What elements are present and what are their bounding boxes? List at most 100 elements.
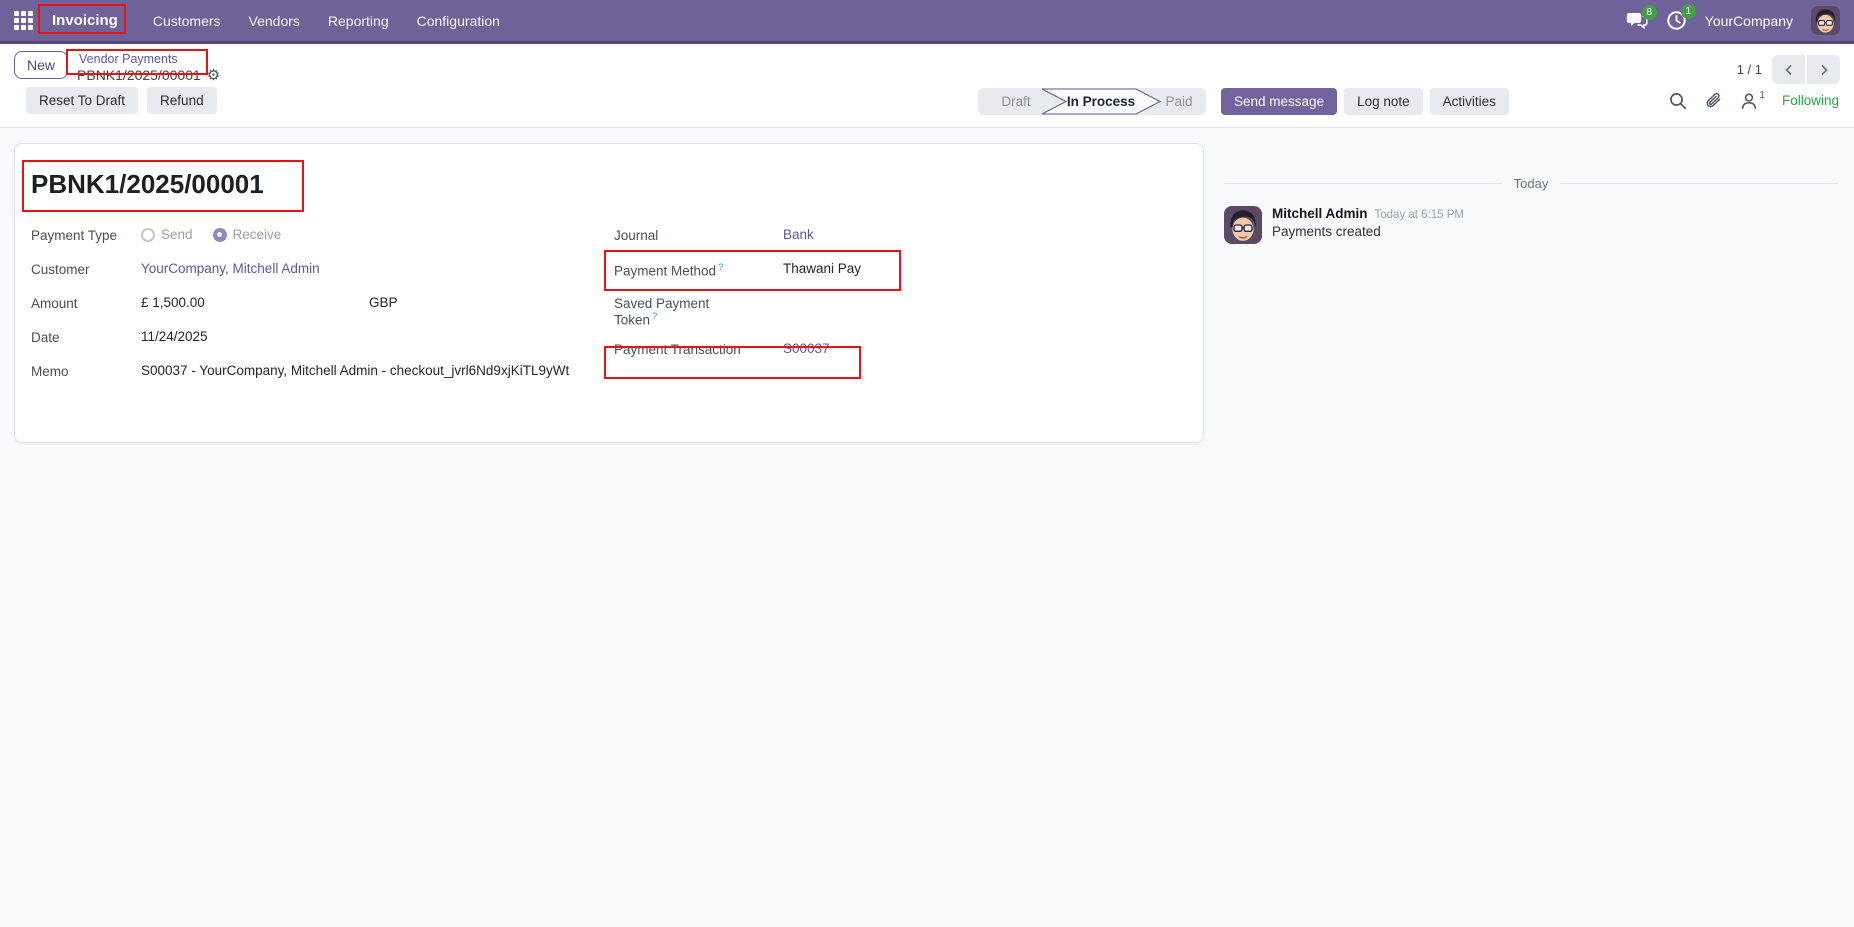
app-name-invoicing[interactable]: Invoicing	[43, 8, 127, 33]
field-saved-payment-token: Saved Payment Token?	[614, 295, 1187, 328]
statusbar-steps: Draft In Process Paid	[978, 88, 1206, 115]
main-menu: Customers Vendors Reporting Configuratio…	[141, 8, 512, 34]
right-field-column: Journal Bank Payment Method? Thawani Pay…	[614, 227, 1187, 397]
pager-next-button[interactable]	[1807, 55, 1840, 84]
radio-send[interactable]	[141, 227, 155, 242]
form-area: PBNK1/2025/00001 Payment Type Send Recei…	[0, 128, 1204, 927]
journal-link[interactable]: Bank	[783, 227, 814, 242]
message-body: Payments created	[1272, 224, 1381, 239]
date-value[interactable]: 11/24/2025	[141, 329, 208, 344]
customer-link[interactable]: YourCompany, Mitchell Admin	[141, 261, 320, 276]
author-avatar-image	[1224, 206, 1262, 244]
action-row: Reset To Draft Refund Draft In Process P…	[14, 87, 1840, 121]
memo-label: Memo	[31, 364, 69, 379]
payment-type-options: Send Receive	[141, 227, 293, 242]
pager-count: 1 / 1	[1736, 62, 1762, 77]
breadcrumb-current-record: PBNK1/2025/00001	[77, 67, 201, 84]
amount-label: Amount	[31, 296, 78, 311]
send-message-button[interactable]: Send message	[1221, 88, 1338, 115]
radio-receive[interactable]	[212, 227, 227, 242]
breadcrumb: Vendor Payments PBNK1/2025/00001 ⚙	[77, 51, 220, 83]
chatter-icons: 1 Following	[1669, 89, 1839, 110]
user-avatar[interactable]	[1811, 6, 1840, 35]
statusbar[interactable]: Draft In Process Paid	[978, 88, 1206, 115]
menu-customers[interactable]: Customers	[141, 8, 233, 34]
chevron-right-icon	[1820, 64, 1828, 75]
messages-icon[interactable]: 8	[1626, 4, 1657, 31]
chatter-actions: Send message Log note Activities	[1221, 88, 1509, 115]
menu-reporting[interactable]: Reporting	[316, 8, 401, 34]
company-name[interactable]: YourCompany	[1705, 13, 1793, 29]
field-memo: Memo S00037 - YourCompany, Mitchell Admi…	[31, 363, 614, 384]
status-paid[interactable]: Paid	[1165, 94, 1192, 109]
record-title[interactable]: PBNK1/2025/00001	[31, 169, 264, 200]
date-label: Date	[31, 330, 60, 345]
message-content: Mitchell Admin Today at 6:15 PM Payments…	[1272, 206, 1464, 244]
customer-label: Customer	[31, 262, 90, 277]
chatter-message: Mitchell Admin Today at 6:15 PM Payments…	[1224, 206, 1838, 244]
status-draft[interactable]: Draft	[1001, 94, 1031, 109]
payment-transaction-label: Payment Transaction	[614, 341, 741, 357]
message-author[interactable]: Mitchell Admin	[1272, 206, 1368, 221]
amount-value[interactable]: £ 1,500.00	[141, 295, 369, 310]
top-navbar: Invoicing Customers Vendors Reporting Co…	[0, 0, 1854, 44]
payment-type-label: Payment Type	[31, 228, 118, 243]
gear-icon[interactable]: ⚙	[207, 68, 220, 83]
date-divider-label: Today	[1513, 176, 1549, 191]
message-author-avatar[interactable]	[1224, 206, 1262, 244]
messages-badge: 8	[1641, 4, 1657, 20]
navbar-right: 8 1 YourCompany	[1626, 4, 1840, 35]
field-customer: Customer YourCompany, Mitchell Admin	[31, 261, 614, 282]
breadcrumb-vendor-payments[interactable]: Vendor Payments	[77, 51, 180, 67]
content-area: PBNK1/2025/00001 Payment Type Send Recei…	[0, 128, 1854, 927]
currency-value[interactable]: GBP	[369, 295, 398, 310]
payment-method-label: Payment Method?	[614, 262, 724, 279]
chatter-panel: Today Mitchell Admin Today at 6:15 PM Pa…	[1204, 128, 1854, 927]
help-icon: ?	[718, 262, 724, 273]
log-note-button[interactable]: Log note	[1344, 88, 1423, 115]
attachments-icon[interactable]	[1704, 91, 1723, 110]
saved-token-label: Saved Payment Token?	[614, 296, 710, 328]
chevron-left-icon	[1784, 64, 1792, 75]
paperclip-icon	[1706, 92, 1721, 108]
pager-previous-button[interactable]	[1772, 55, 1805, 84]
date-divider: Today	[1224, 176, 1838, 191]
menu-configuration[interactable]: Configuration	[405, 8, 512, 34]
following-button[interactable]: Following	[1782, 93, 1839, 108]
field-amount: Amount £ 1,500.00 GBP	[31, 295, 614, 316]
help-icon: ?	[652, 311, 658, 322]
field-payment-transaction: Payment Transaction S00037	[614, 341, 1187, 362]
refund-button[interactable]: Refund	[147, 87, 217, 114]
search-icon	[1670, 92, 1687, 109]
field-date: Date 11/24/2025	[31, 329, 614, 350]
new-button[interactable]: New	[14, 51, 69, 79]
pager: 1 / 1	[1737, 51, 1840, 84]
payment-transaction-link[interactable]: S00037	[783, 341, 830, 356]
field-payment-type: Payment Type Send Receive	[31, 227, 614, 248]
form-sheet: PBNK1/2025/00001 Payment Type Send Recei…	[14, 143, 1204, 443]
followers-count: 1	[1759, 89, 1765, 101]
activities-icon[interactable]: 1	[1666, 4, 1696, 31]
user-avatar-image	[1811, 6, 1840, 35]
left-field-column: Payment Type Send Receive Customer YourC…	[31, 227, 614, 397]
message-timestamp: Today at 6:15 PM	[1374, 209, 1465, 221]
memo-value[interactable]: S00037 - YourCompany, Mitchell Admin - c…	[141, 363, 606, 378]
field-journal: Journal Bank	[614, 227, 1187, 248]
breadcrumb-row: New Vendor Payments PBNK1/2025/00001 ⚙ 1…	[14, 51, 1840, 84]
activities-badge: 1	[1680, 4, 1696, 19]
radio-send-label[interactable]: Send	[161, 227, 193, 242]
journal-label: Journal	[614, 228, 659, 243]
search-messages-icon[interactable]	[1669, 92, 1687, 110]
person-icon	[1742, 92, 1757, 109]
reset-to-draft-button[interactable]: Reset To Draft	[26, 87, 139, 114]
field-grid: Payment Type Send Receive Customer YourC…	[31, 227, 1187, 397]
page: Invoicing Customers Vendors Reporting Co…	[0, 0, 1854, 927]
radio-receive-label[interactable]: Receive	[233, 227, 282, 242]
followers-button[interactable]: 1	[1740, 89, 1765, 110]
control-panel: New Vendor Payments PBNK1/2025/00001 ⚙ 1…	[0, 44, 1854, 128]
apps-grid-icon[interactable]	[14, 11, 33, 30]
activities-button[interactable]: Activities	[1429, 88, 1509, 115]
payment-method-value[interactable]: Thawani Pay	[783, 261, 861, 276]
menu-vendors[interactable]: Vendors	[237, 8, 312, 34]
status-in-process[interactable]: In Process	[1067, 94, 1135, 109]
